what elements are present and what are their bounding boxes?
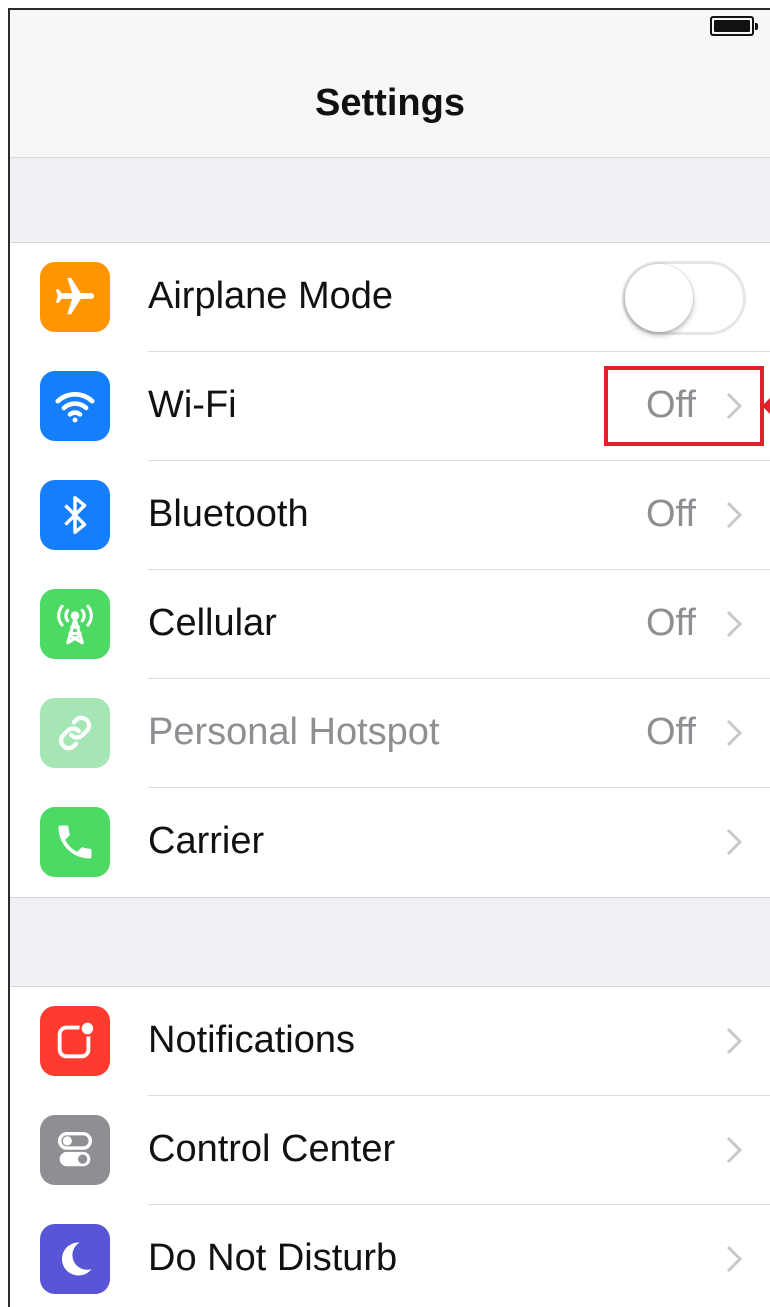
airplane-icon xyxy=(40,262,110,332)
chevron-right-icon xyxy=(726,1027,743,1055)
row-label: Personal Hotspot xyxy=(148,711,440,753)
settings-row-bluetooth[interactable]: Bluetooth Off xyxy=(10,461,770,570)
switches-icon xyxy=(40,1115,110,1185)
cellular-antenna-icon xyxy=(40,589,110,659)
moon-icon xyxy=(40,1224,110,1294)
row-label: Notifications xyxy=(148,1019,355,1061)
settings-row-control-center[interactable]: Control Center xyxy=(10,1096,770,1205)
chevron-right-icon xyxy=(726,501,743,529)
row-label: Bluetooth xyxy=(148,493,309,535)
settings-row-cellular[interactable]: Cellular Off xyxy=(10,570,770,679)
status-bar xyxy=(10,10,770,44)
chevron-right-icon xyxy=(726,610,743,638)
connectivity-group: Airplane Mode Wi-Fi Off Bluetooth Off Ce… xyxy=(10,242,770,898)
battery-icon xyxy=(710,16,758,36)
row-label: Wi-Fi xyxy=(148,384,237,426)
bluetooth-icon xyxy=(40,480,110,550)
annotation-arrow xyxy=(762,396,770,416)
chevron-right-icon xyxy=(726,828,743,856)
notifications-icon xyxy=(40,1006,110,1076)
settings-row-notifications[interactable]: Notifications xyxy=(10,987,770,1096)
row-label: Carrier xyxy=(148,820,265,862)
chevron-right-icon xyxy=(726,1136,743,1164)
settings-row-do-not-disturb[interactable]: Do Not Disturb xyxy=(10,1205,770,1307)
chevron-right-icon xyxy=(726,719,743,747)
row-label: Airplane Mode xyxy=(148,275,394,317)
wifi-icon xyxy=(40,371,110,441)
hotspot-status-value: Off xyxy=(646,711,696,753)
settings-row-personal-hotspot: Personal Hotspot Off xyxy=(10,679,770,788)
hotspot-link-icon xyxy=(40,698,110,768)
page-title: Settings xyxy=(315,82,465,124)
phone-icon xyxy=(40,807,110,877)
system-group: Notifications Control Center Do Not Dist… xyxy=(10,986,770,1307)
chevron-right-icon xyxy=(726,1245,743,1273)
airplane-mode-toggle[interactable] xyxy=(622,261,746,335)
row-label: Do Not Disturb xyxy=(148,1237,398,1279)
settings-row-carrier[interactable]: Carrier xyxy=(10,788,770,897)
bluetooth-status-value: Off xyxy=(646,493,696,535)
row-label: Control Center xyxy=(148,1128,396,1170)
row-label: Cellular xyxy=(148,602,277,644)
settings-row-airplane-mode[interactable]: Airplane Mode xyxy=(10,243,770,352)
phone-screen: Settings Airplane Mode Wi-Fi Off Bluetoo… xyxy=(8,8,770,1307)
navigation-bar: Settings xyxy=(10,44,770,158)
highlight-box xyxy=(604,366,764,446)
cellular-status-value: Off xyxy=(646,602,696,644)
toggle-knob xyxy=(625,264,693,332)
